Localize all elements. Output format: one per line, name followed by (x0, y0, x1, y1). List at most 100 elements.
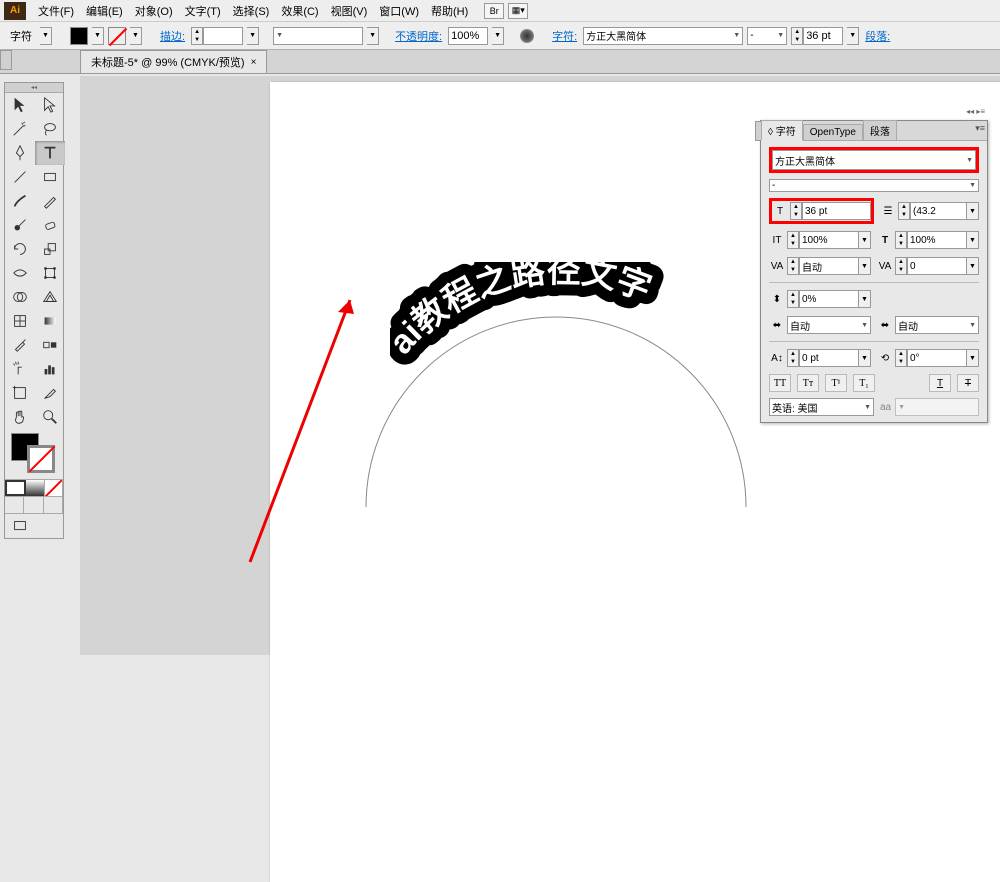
draw-inside[interactable] (44, 497, 63, 513)
menu-effect[interactable]: 效果(C) (275, 1, 324, 21)
scale-tool[interactable] (35, 237, 65, 261)
stroke-arrow[interactable]: ▼ (130, 27, 142, 45)
antialiasing-drop[interactable] (895, 398, 979, 416)
bridge-button[interactable]: Br (484, 3, 504, 19)
menu-help[interactable]: 帮助(H) (425, 1, 474, 21)
panel-baseline[interactable]: A↕ ▲▼ 0 pt ▼ (769, 348, 871, 368)
opacity-link[interactable]: 不透明度: (393, 28, 444, 44)
magic-wand-tool[interactable] (5, 117, 35, 141)
mesh-tool[interactable] (5, 309, 35, 333)
font-style-drop[interactable]: - (747, 27, 787, 45)
gradient-tool[interactable] (35, 309, 65, 333)
menu-window[interactable]: 窗口(W) (373, 1, 425, 21)
subscript-button[interactable]: T₁ (853, 374, 875, 392)
panel-font-style[interactable]: - (769, 179, 979, 192)
panel-kerning[interactable]: VA ▲▼ 自动 ▼ (769, 256, 871, 276)
pencil-tool[interactable] (35, 189, 65, 213)
panel-hscale[interactable]: T ▲▼ 100% ▼ (877, 230, 979, 250)
selection-tool[interactable] (5, 93, 35, 117)
menu-type[interactable]: 文字(T) (179, 1, 227, 21)
tab-opentype[interactable]: OpenType (803, 124, 863, 140)
direct-select-tool[interactable] (35, 93, 65, 117)
stroke-weight[interactable]: ▲▼ (191, 27, 243, 45)
opacity-input[interactable] (448, 27, 488, 45)
panel-menu-icon[interactable]: ▾≡ (975, 123, 985, 134)
side-handle[interactable] (0, 50, 12, 70)
rect-tool[interactable] (35, 165, 65, 189)
slice-tool[interactable] (35, 381, 65, 405)
symbol-spray-tool[interactable] (5, 357, 35, 381)
panel-vscale[interactable]: IT ▲▼ 100% ▼ (769, 230, 871, 250)
char-link[interactable]: 字符: (550, 28, 579, 44)
rotate-tool[interactable] (5, 237, 35, 261)
panel-aki-right[interactable]: ⬌ 自动 (877, 315, 979, 335)
fill-stroke-control[interactable] (5, 429, 63, 479)
panel-rotation[interactable]: ⟲ ▲▼ 0° ▼ (877, 348, 979, 368)
opacity-arrow[interactable]: ▼ (492, 27, 504, 45)
text-on-path[interactable]: ai教程之路径文字 ai教程之路径文字 (390, 262, 730, 382)
free-transform-tool[interactable] (35, 261, 65, 285)
recolor-icon[interactable] (520, 29, 534, 43)
color-mode-none[interactable] (45, 480, 63, 496)
type-tool[interactable] (35, 141, 65, 165)
font-size-spinner[interactable]: ▲▼ 36 pt (791, 27, 843, 45)
color-mode-solid[interactable] (5, 480, 26, 496)
font-size-input[interactable]: 36 pt (803, 27, 843, 45)
stroke-weight-input[interactable] (203, 27, 243, 45)
line-tool[interactable] (5, 165, 35, 189)
zoom-tool[interactable] (35, 405, 65, 429)
smallcaps-button[interactable]: Tᴛ (797, 374, 819, 392)
hand-tool[interactable] (5, 405, 35, 429)
tab-character[interactable]: ◊ 字符 (761, 120, 803, 141)
panel-leading[interactable]: ☰ ▲▼ (43.2 ▼ (880, 201, 979, 221)
screen-mode[interactable] (5, 514, 35, 538)
artboard-tool[interactable] (5, 381, 35, 405)
panel-aki-left[interactable]: ⬌ 自动 (769, 315, 871, 335)
menu-object[interactable]: 对象(O) (129, 1, 179, 21)
stroke-weight-arrow[interactable]: ▼ (247, 27, 259, 45)
lasso-tool[interactable] (35, 117, 65, 141)
draw-normal[interactable] (5, 497, 24, 513)
panel-font-size[interactable]: T ▲▼ 36 pt (772, 201, 871, 221)
menu-view[interactable]: 视图(V) (325, 1, 374, 21)
stroke-swatch[interactable] (108, 27, 126, 45)
stroke-indicator[interactable] (27, 445, 55, 473)
strikethrough-button[interactable]: T (957, 374, 979, 392)
allcaps-button[interactable]: TT (769, 374, 791, 392)
stroke-link[interactable]: 描边: (158, 28, 187, 44)
brush-drop[interactable] (273, 27, 363, 45)
font-size-arrow[interactable]: ▼ (847, 27, 859, 45)
fill-swatch[interactable] (70, 27, 88, 45)
toolbox-collapse[interactable] (5, 83, 63, 93)
document-tab[interactable]: 未标题-5* @ 99% (CMYK/预览) × (80, 50, 267, 73)
language-drop[interactable]: 英语: 美国 (769, 398, 874, 416)
underline-button[interactable]: T (929, 374, 951, 392)
superscript-button[interactable]: T¹ (825, 374, 847, 392)
tab-paragraph[interactable]: 段落 (863, 120, 897, 140)
panel-vshift[interactable]: ⬍ ▲▼ 0% ▼ (769, 289, 871, 309)
tool-menu-arrow[interactable]: ▼ (40, 27, 52, 45)
panel-collapse-icon[interactable]: ◂◂ ▸≡ (966, 107, 985, 116)
para-link[interactable]: 段落: (863, 28, 892, 44)
width-tool[interactable] (5, 261, 35, 285)
arrange-docs-button[interactable]: ▦▾ (508, 3, 528, 19)
eyedropper-tool[interactable] (5, 333, 35, 357)
draw-behind[interactable] (24, 497, 43, 513)
brush-tool[interactable] (5, 189, 35, 213)
close-icon[interactable]: × (251, 57, 257, 68)
eraser-tool[interactable] (35, 213, 65, 237)
panel-tracking[interactable]: VA ▲▼ 0 ▼ (877, 256, 979, 276)
blend-tool[interactable] (35, 333, 65, 357)
menu-select[interactable]: 选择(S) (227, 1, 276, 21)
menu-file[interactable]: 文件(F) (32, 1, 80, 21)
font-family-drop[interactable]: 方正大黑简体 (583, 27, 743, 45)
menu-edit[interactable]: 编辑(E) (80, 1, 129, 21)
pen-tool[interactable] (5, 141, 35, 165)
graph-tool[interactable] (35, 357, 65, 381)
blob-tool[interactable] (5, 213, 35, 237)
panel-font-family[interactable]: 方正大黑简体 (772, 150, 976, 170)
perspective-tool[interactable] (35, 285, 65, 309)
shape-builder-tool[interactable] (5, 285, 35, 309)
fill-arrow[interactable]: ▼ (92, 27, 104, 45)
color-mode-gradient[interactable] (26, 480, 44, 496)
